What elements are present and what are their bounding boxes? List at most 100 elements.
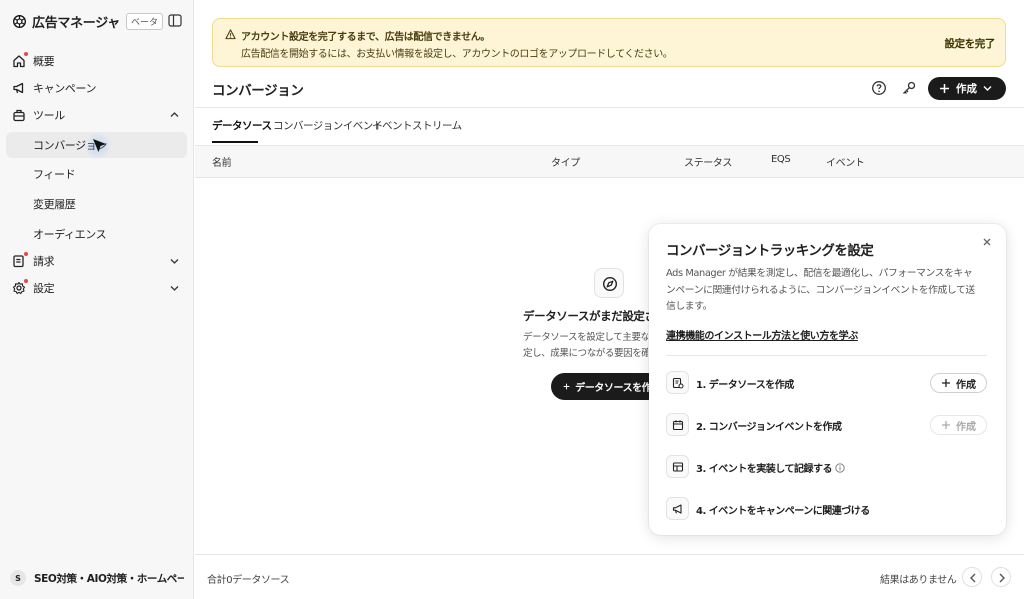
sidebar-item-label: 変更履歴 [33, 198, 76, 211]
info-icon[interactable] [835, 463, 845, 473]
calendar-icon [672, 420, 684, 431]
next-page-button[interactable] [991, 567, 1011, 587]
sidebar-item-overview[interactable]: 概要 [6, 48, 187, 74]
create-conversion-event-step-button[interactable]: 作成 [930, 415, 987, 435]
table-header-bottom-border [195, 177, 1024, 178]
no-results-text: 結果はありません [880, 575, 957, 586]
setup-step: 3. イベントを実装して記録する [666, 455, 987, 479]
panel-title: コンバージョントラッキングを設定 [666, 243, 874, 259]
learn-integration-link[interactable]: 連携機能のインストール方法と使い方を学ぶ [666, 327, 858, 342]
chevron-left-icon [970, 573, 976, 583]
column-header-name[interactable]: 名前 [212, 154, 232, 169]
sidebar-item-label: 概要 [33, 55, 55, 68]
step-icon-box [666, 497, 689, 520]
step-label-text: 3. イベントを実装して記録する [696, 464, 832, 475]
create-data-source-step-button[interactable]: 作成 [930, 373, 987, 393]
sidebar-item-tools[interactable]: ツール [6, 102, 187, 128]
setup-step: 4. イベントをキャンペーンに関連づける [666, 497, 987, 521]
app-title: 広告マネージャ [32, 15, 120, 31]
step-label: 3. イベントを実装して記録する [696, 460, 845, 475]
banner-title: アカウント設定を完了するまで、広告は配信できません。 [241, 32, 490, 43]
toolbox-icon [13, 109, 25, 122]
active-tab-indicator [212, 141, 258, 143]
empty-state-title: データソースがまだ設定され [523, 309, 667, 323]
sidebar-item-label: フィード [33, 168, 76, 181]
chevron-down-icon [170, 286, 179, 291]
step-button-label: 作成 [956, 421, 976, 433]
step-icon-box [666, 455, 689, 478]
footer-divider [195, 554, 1024, 555]
step-icon-box [666, 371, 689, 394]
notification-dot [23, 278, 29, 284]
brand: 広告マネージャ ベータ [12, 11, 164, 31]
previous-page-button[interactable] [962, 567, 982, 587]
column-header-status[interactable]: ステータス [684, 154, 732, 169]
setup-step: 1. データソースを作成 作成 [666, 371, 987, 395]
setup-step: 2. コンバージョンイベントを作成 作成 [666, 413, 987, 437]
sidebar-item-billing[interactable]: 請求 [6, 248, 187, 274]
notification-dot [23, 251, 29, 257]
sidebar-item-feeds[interactable]: フィード [6, 161, 187, 187]
column-header-type[interactable]: タイプ [551, 154, 580, 169]
empty-state-description-line: 定し、成果につながる要因を確 [523, 348, 648, 359]
sidebar: 広告マネージャ ベータ 概要 キャンペーン ツール コンバージョン フィード 変… [0, 0, 194, 599]
plus-icon [942, 421, 950, 429]
tab-data-sources[interactable]: データソース [212, 118, 272, 133]
column-header-events[interactable]: イベント [826, 154, 865, 169]
avatar: S [10, 570, 26, 586]
plus-icon [940, 84, 949, 93]
create-button[interactable]: 作成 [928, 77, 1006, 100]
megaphone-icon [672, 504, 682, 514]
empty-state-description-line: データソースを設定して主要なア [523, 332, 648, 343]
step-label: 1. データソースを作成 [696, 380, 794, 391]
step-icon-box [666, 413, 689, 436]
plus-icon [563, 383, 570, 390]
sidebar-item-audiences[interactable]: オーディエンス [6, 221, 187, 247]
data-source-icon [672, 377, 684, 389]
complete-setup-link[interactable]: 設定を完了 [945, 36, 996, 51]
sidebar-toggle-icon[interactable] [168, 14, 182, 27]
key-icon[interactable] [901, 80, 917, 96]
step-button-label: 作成 [956, 379, 976, 391]
tab-conversion-events[interactable]: コンバージョンイベント [273, 118, 383, 133]
create-button-label: 作成 [956, 83, 977, 95]
sidebar-item-label: 請求 [33, 255, 55, 268]
megaphone-icon [13, 82, 24, 94]
sidebar-item-label: オーディエンス [33, 228, 107, 241]
beta-badge: ベータ [126, 12, 164, 30]
notification-dot [23, 51, 29, 57]
sidebar-item-settings[interactable]: 設定 [6, 275, 187, 301]
step-label: 4. イベントをキャンペーンに関連づける [696, 506, 870, 517]
chevron-down-icon [170, 259, 179, 264]
empty-state-icon-box [594, 268, 624, 298]
tab-event-stream[interactable]: イベントストリーム [372, 118, 462, 133]
panel-description: Ads Manager が結果を測定し、配信を最適化し、パフォーマンスをキャンペ… [666, 268, 975, 312]
step-label: 2. コンバージョンイベントを作成 [696, 422, 842, 433]
create-data-source-button[interactable]: データソースを作成 [551, 373, 661, 400]
table-header-top-border [195, 145, 1024, 146]
table-header [195, 145, 1024, 177]
chevron-right-icon [999, 573, 1005, 583]
account-switcher[interactable]: S SEO対策・AIO対策・ホームページ... [6, 567, 188, 589]
sidebar-item-label: 設定 [33, 282, 55, 295]
warning-icon [225, 29, 236, 40]
table-icon [672, 462, 684, 472]
chevron-down-icon [983, 86, 992, 91]
column-header-eqs[interactable]: EQS [771, 154, 791, 165]
plus-icon [942, 379, 950, 387]
account-name: SEO対策・AIO対策・ホームページ... [34, 572, 184, 585]
banner-body: 広告配信を開始するには、お支払い情報を設定し、アカウントのロゴをアップロードして… [241, 49, 673, 60]
compass-icon [602, 276, 618, 292]
openai-logo-icon [13, 14, 26, 28]
conversion-tracking-setup-panel: コンバージョントラッキングを設定 Ads Manager が結果を測定し、配信を… [649, 224, 1006, 535]
empty-state-description: データソースを設定して主要なア 定し、成果につながる要因を確 [523, 330, 648, 362]
sidebar-item-change-history[interactable]: 変更履歴 [6, 191, 187, 217]
sidebar-item-campaigns[interactable]: キャンペーン [6, 75, 187, 101]
help-icon[interactable] [871, 80, 887, 96]
page-title: コンバージョン [212, 83, 304, 99]
total-count: 合計0データソース [207, 575, 290, 586]
sidebar-item-label: ツール [33, 109, 65, 122]
panel-divider [666, 355, 987, 356]
sidebar-item-label: キャンペーン [33, 82, 97, 95]
close-icon[interactable] [982, 237, 992, 247]
